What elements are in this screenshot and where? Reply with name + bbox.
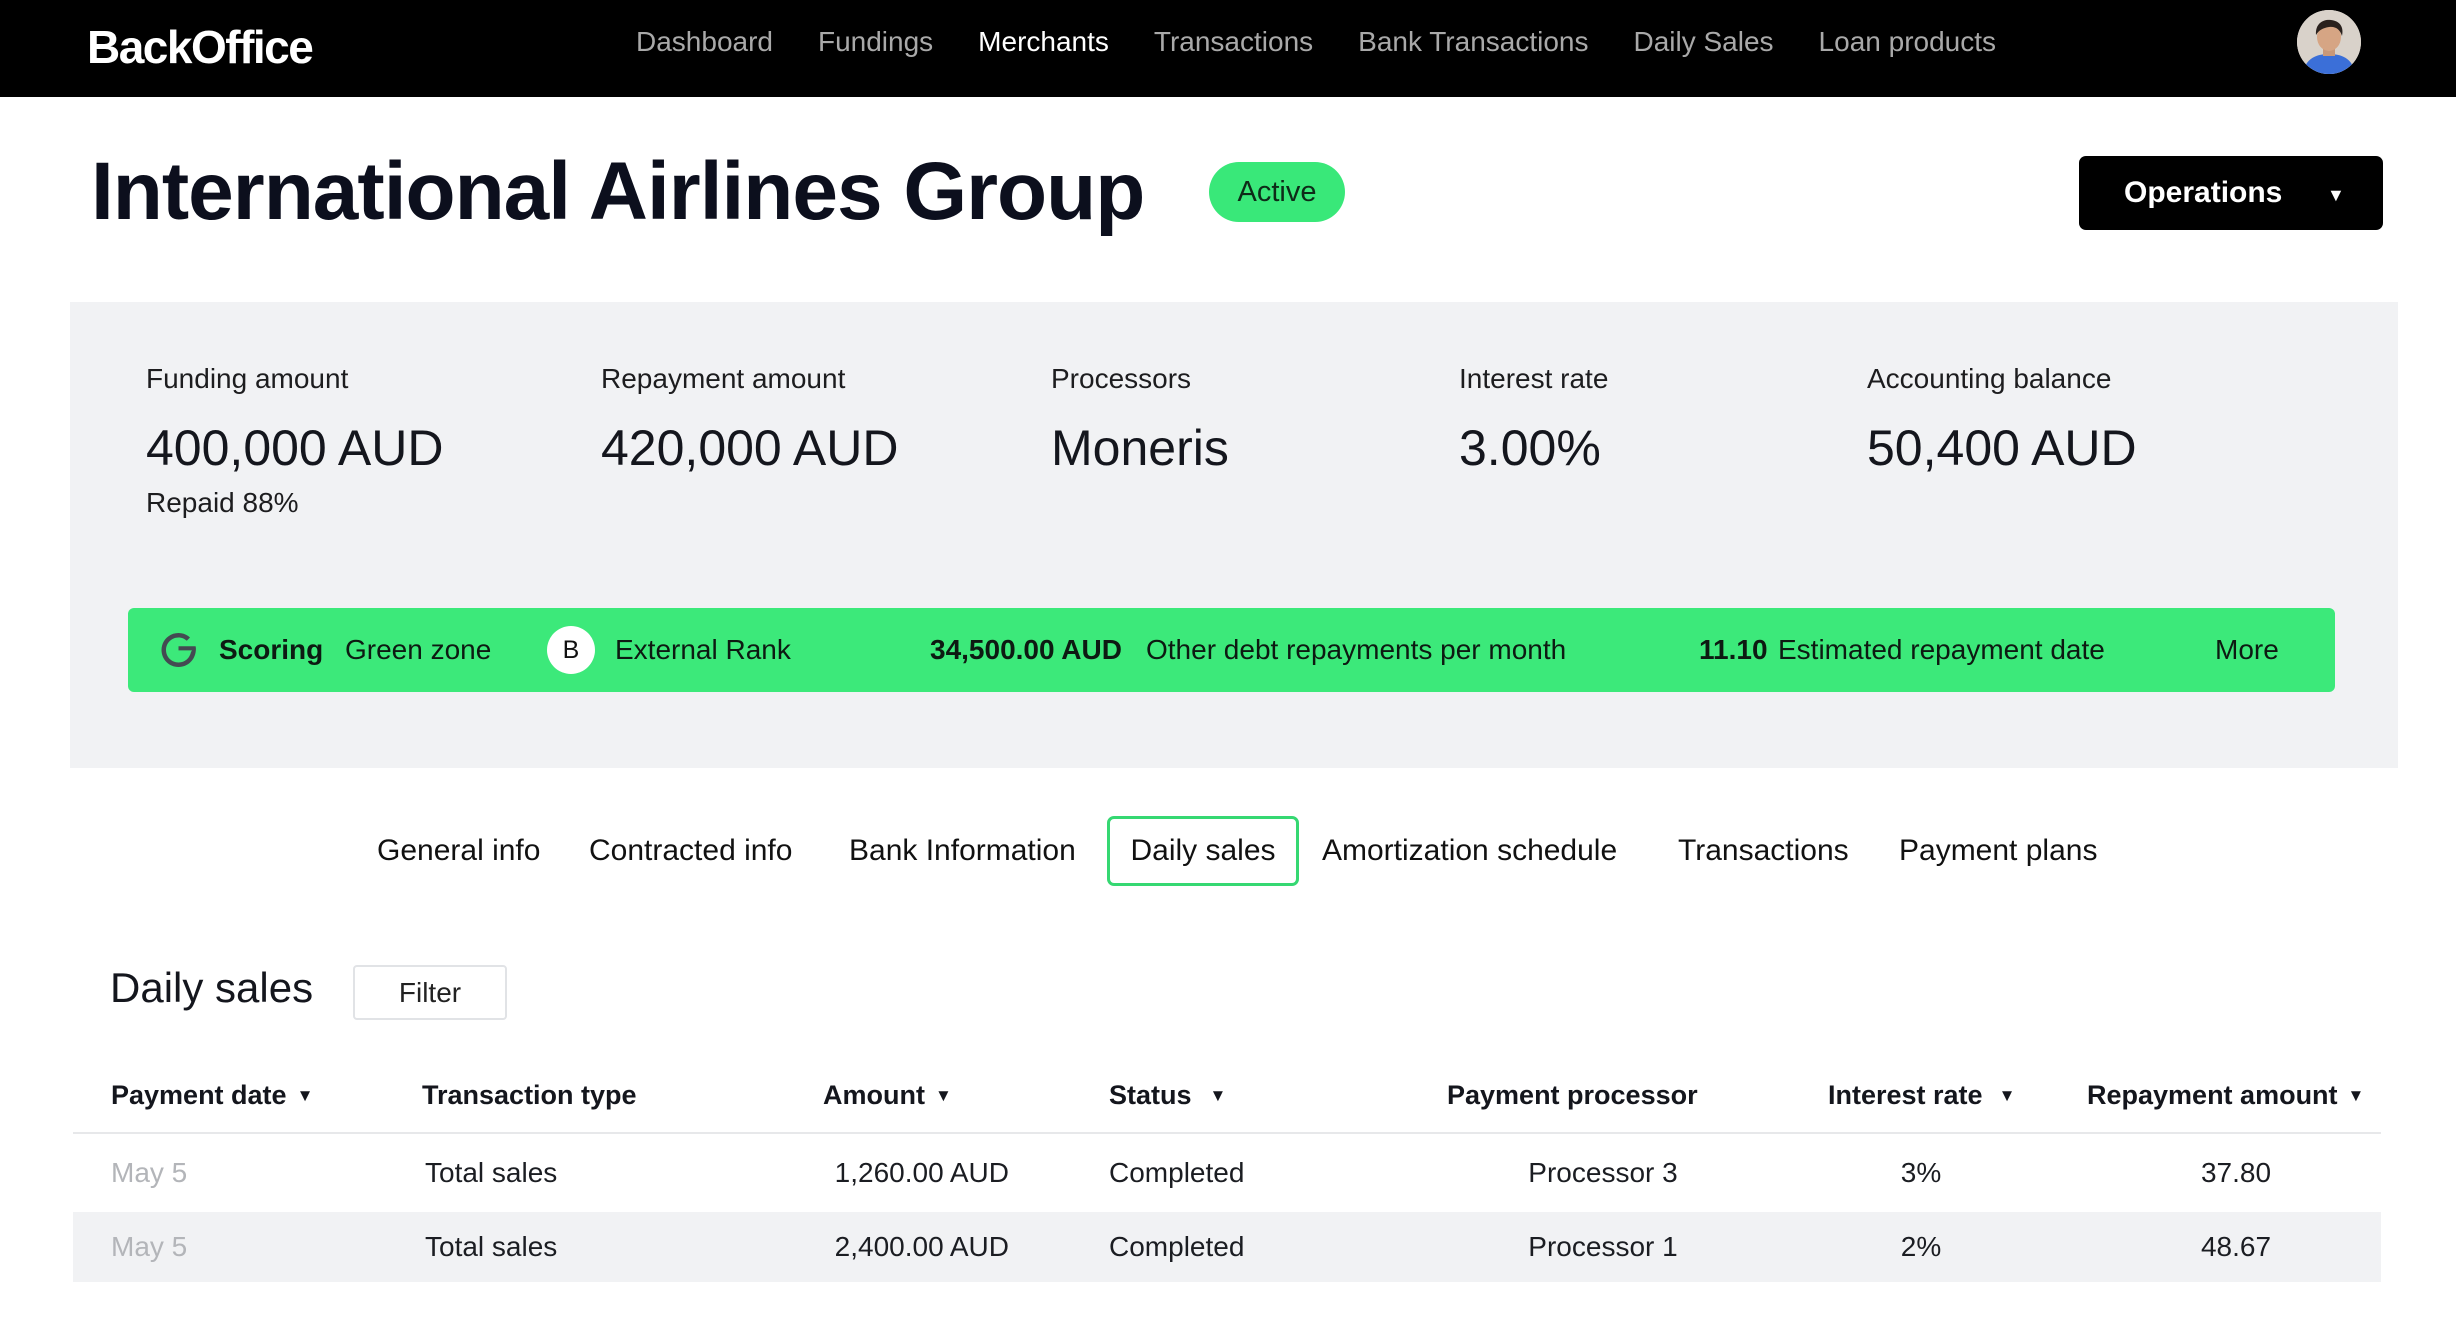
metric-label: Funding amount bbox=[146, 363, 349, 394]
table-row[interactable]: May 5 Total sales 1,260.00 AUD Completed… bbox=[73, 1134, 2381, 1212]
nav-item-bank-transactions[interactable]: Bank Transactions bbox=[1358, 24, 1588, 72]
tab-daily-sales[interactable]: Daily sales bbox=[1107, 816, 1299, 886]
sort-arrow-icon: ▼ bbox=[934, 1086, 952, 1105]
status-badge: Active bbox=[1209, 162, 1345, 222]
cell-payment-date: May 5 bbox=[111, 1157, 188, 1188]
cell-amount: 1,260.00 AUD bbox=[834, 1157, 1009, 1188]
cell-payment-date: May 5 bbox=[111, 1231, 188, 1262]
scoring-zone: Green zone bbox=[345, 634, 492, 665]
cell-transaction-type: Total sales bbox=[425, 1157, 558, 1188]
cell-interest-rate: 2% bbox=[1900, 1231, 1942, 1262]
tab-amortization-schedule[interactable]: Amortization schedule bbox=[1322, 816, 1617, 886]
column-header-payment-date[interactable]: Payment date ▼ bbox=[111, 1078, 313, 1116]
metric-value: 420,000 AUD bbox=[601, 420, 899, 476]
operations-button-label: Operations bbox=[2124, 176, 2283, 209]
app-logo[interactable]: BackOffice bbox=[87, 19, 314, 75]
column-header-label: Repayment amount bbox=[2087, 1080, 2338, 1110]
tab-payment-plans[interactable]: Payment plans bbox=[1899, 816, 2097, 886]
merchant-summary-panel: Funding amount 400,000 AUD Repaid 88% Re… bbox=[70, 302, 2398, 768]
metric-label: Accounting balance bbox=[1867, 363, 2112, 394]
column-header-repayment-amount[interactable]: Repayment amount ▼ bbox=[2087, 1078, 2364, 1116]
nav-item-fundings[interactable]: Fundings bbox=[818, 24, 933, 72]
metric-subtext: Repaid 88% bbox=[146, 487, 299, 518]
metric-repayment-amount: Repayment amount 420,000 AUD bbox=[601, 362, 898, 478]
cell-payment-processor: Processor 1 bbox=[1528, 1231, 1678, 1262]
cell-transaction-type: Total sales bbox=[425, 1231, 558, 1262]
estimated-date-label: Estimated repayment date bbox=[1778, 634, 2105, 665]
nav-item-transactions[interactable]: Transactions bbox=[1154, 24, 1313, 72]
user-avatar-icon bbox=[2297, 10, 2361, 74]
sort-arrow-icon: ▼ bbox=[1998, 1086, 2016, 1105]
metric-label: Processors bbox=[1051, 363, 1192, 394]
external-rank-badge: B bbox=[547, 626, 595, 674]
metric-label: Repayment amount bbox=[601, 363, 846, 394]
other-debt-label: Other debt repayments per month bbox=[1146, 634, 1567, 665]
column-header-label: Transaction type bbox=[422, 1080, 637, 1110]
sort-arrow-icon: ▼ bbox=[296, 1086, 314, 1105]
more-link[interactable]: More bbox=[2215, 631, 2279, 669]
caret-down-icon: ▼ bbox=[2327, 185, 2345, 205]
nav-item-loan-products[interactable]: Loan products bbox=[1819, 24, 1996, 72]
cell-status: Completed bbox=[1109, 1231, 1245, 1262]
cell-interest-rate: 3% bbox=[1900, 1157, 1942, 1188]
filter-button[interactable]: Filter bbox=[353, 965, 507, 1020]
nav-item-merchants[interactable]: Merchants bbox=[978, 24, 1109, 72]
estimated-date-value: 11.10 bbox=[1699, 634, 1768, 665]
operations-button[interactable]: Operations ▼ bbox=[2079, 156, 2383, 230]
tab-general-info[interactable]: General info bbox=[377, 816, 540, 886]
cell-repayment-amount: 48.67 bbox=[2200, 1231, 2272, 1262]
metric-label: Interest rate bbox=[1459, 363, 1609, 394]
page-title: International Airlines Group bbox=[91, 146, 1145, 237]
top-navigation-bar: BackOffice Dashboard Fundings Merchants … bbox=[0, 0, 2456, 97]
external-rank-label: External Rank bbox=[615, 634, 791, 665]
metric-value: Moneris bbox=[1051, 420, 1229, 476]
column-header-interest-rate[interactable]: Interest rate ▼ bbox=[1828, 1078, 2015, 1116]
cell-amount: 2,400.00 AUD bbox=[834, 1231, 1009, 1262]
column-header-label: Payment date bbox=[111, 1080, 287, 1110]
tab-bank-information[interactable]: Bank Information bbox=[849, 816, 1076, 886]
cell-repayment-amount: 37.80 bbox=[2200, 1157, 2272, 1188]
metric-value: 400,000 AUD bbox=[146, 420, 444, 476]
nav-item-dashboard[interactable]: Dashboard bbox=[636, 24, 773, 72]
metric-interest-rate: Interest rate 3.00% bbox=[1459, 362, 1608, 478]
column-header-label: Status bbox=[1109, 1080, 1192, 1110]
column-header-label: Interest rate bbox=[1828, 1080, 1983, 1110]
sort-arrow-icon: ▼ bbox=[2347, 1086, 2365, 1105]
section-title: Daily sales bbox=[110, 964, 314, 1011]
metric-processors: Processors Moneris bbox=[1051, 362, 1229, 478]
metric-value: 50,400 AUD bbox=[1867, 420, 2137, 476]
other-debt-value: 34,500.00 AUD bbox=[930, 634, 1122, 665]
daily-sales-table: Payment date ▼ Transaction type Amount ▼ S… bbox=[73, 1066, 2381, 1282]
sort-arrow-icon: ▼ bbox=[1209, 1086, 1227, 1105]
nav-item-daily-sales[interactable]: Daily Sales bbox=[1633, 24, 1773, 72]
table-row[interactable]: May 5 Total sales 2,400.00 AUD Completed… bbox=[73, 1212, 2381, 1282]
scoring-label: Scoring bbox=[219, 634, 324, 665]
google-g-icon bbox=[161, 633, 196, 667]
tab-contracted-info[interactable]: Contracted info bbox=[589, 816, 792, 886]
metric-accounting-balance: Accounting balance 50,400 AUD bbox=[1867, 362, 2137, 478]
cell-payment-processor: Processor 3 bbox=[1528, 1157, 1678, 1188]
tab-transactions[interactable]: Transactions bbox=[1678, 816, 1849, 886]
column-header-label: Amount bbox=[823, 1080, 925, 1110]
user-avatar[interactable] bbox=[2297, 10, 2361, 74]
merchant-tabs: General info Contracted info Bank Inform… bbox=[0, 816, 2456, 886]
column-header-transaction-type: Transaction type bbox=[422, 1078, 637, 1112]
main-nav: Dashboard Fundings Merchants Transaction… bbox=[636, 24, 1996, 72]
column-header-payment-processor: Payment processor bbox=[1447, 1078, 1698, 1112]
cell-status: Completed bbox=[1109, 1157, 1245, 1188]
column-header-status[interactable]: Status ▼ bbox=[1109, 1078, 1226, 1116]
metric-funding-amount: Funding amount 400,000 AUD Repaid 88% bbox=[146, 362, 443, 520]
table-header: Payment date ▼ Transaction type Amount ▼ S… bbox=[73, 1066, 2381, 1134]
scoring-bar: Scoring Green zone B External Rank 34,50… bbox=[128, 608, 2335, 692]
column-header-amount[interactable]: Amount ▼ bbox=[823, 1078, 952, 1116]
column-header-label: Payment processor bbox=[1447, 1080, 1698, 1110]
metric-value: 3.00% bbox=[1459, 420, 1601, 476]
